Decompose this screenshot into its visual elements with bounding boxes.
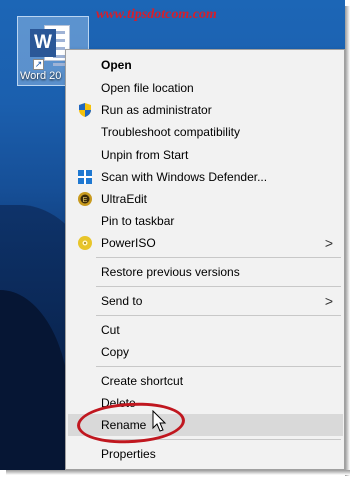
menu-item-run-as-administrator[interactable]: Run as administrator <box>68 99 343 121</box>
menu-item-send-to[interactable]: Send to > <box>68 290 343 312</box>
menu-item-cut[interactable]: Cut <box>68 319 343 341</box>
svg-text:E: E <box>83 197 88 204</box>
menu-item-ultraedit[interactable]: E UltraEdit <box>68 188 343 210</box>
poweriso-icon <box>78 236 92 250</box>
menu-item-label: Restore previous versions <box>101 265 240 279</box>
menu-item-label: Open <box>101 58 132 72</box>
menu-item-label: PowerISO <box>101 236 156 250</box>
menu-item-label: Copy <box>101 345 130 359</box>
menu-item-poweriso[interactable]: PowerISO > <box>68 232 343 254</box>
menu-item-label: Cut <box>101 323 120 337</box>
menu-item-create-shortcut[interactable]: Create shortcut <box>68 370 343 392</box>
menu-item-properties[interactable]: Properties <box>68 443 343 465</box>
menu-item-pin-to-taskbar[interactable]: Pin to taskbar <box>68 210 343 232</box>
menu-separator <box>96 286 341 287</box>
watermark: www.tipsdotcom.com <box>96 7 217 22</box>
menu-item-unpin-from-start[interactable]: Unpin from Start <box>68 144 343 166</box>
desktop: W ↗ Word 20 www.tipsdotcom.com Open Open… <box>0 0 345 470</box>
frame-shadow-bottom <box>6 470 350 475</box>
submenu-arrow-icon: > <box>324 293 333 309</box>
uac-shield-icon <box>79 103 91 117</box>
word-app-icon: W ↗ <box>30 23 70 70</box>
menu-item-open[interactable]: Open <box>68 54 343 76</box>
menu-item-troubleshoot-compatibility[interactable]: Troubleshoot compatibility <box>68 121 343 143</box>
menu-item-label: UltraEdit <box>101 192 148 206</box>
menu-item-label: Unpin from Start <box>101 148 189 162</box>
menu-item-scan-with-defender[interactable]: Scan with Windows Defender... <box>68 166 343 188</box>
windows-defender-icon <box>78 170 92 184</box>
shortcut-arrow-icon: ↗ <box>33 59 44 70</box>
menu-separator <box>96 315 341 316</box>
menu-item-label: Create shortcut <box>101 374 184 388</box>
menu-separator <box>96 366 341 367</box>
mouse-pointer-icon <box>152 410 167 432</box>
menu-item-restore-previous-versions[interactable]: Restore previous versions <box>68 261 343 283</box>
menu-item-label: Scan with Windows Defender... <box>101 170 268 184</box>
submenu-arrow-icon: > <box>324 235 333 251</box>
menu-separator <box>96 257 341 258</box>
menu-item-open-file-location[interactable]: Open file location <box>68 77 343 99</box>
menu-item-copy[interactable]: Copy <box>68 341 343 363</box>
frame-shadow-right <box>345 6 350 476</box>
menu-item-label: Pin to taskbar <box>101 214 175 228</box>
menu-item-label: Send to <box>101 294 143 308</box>
menu-item-label: Troubleshoot compatibility <box>101 125 240 139</box>
menu-item-label: Run as administrator <box>101 103 212 117</box>
menu-item-label: Open file location <box>101 81 194 95</box>
menu-item-label: Properties <box>101 447 156 461</box>
ultraedit-icon: E <box>78 192 92 206</box>
